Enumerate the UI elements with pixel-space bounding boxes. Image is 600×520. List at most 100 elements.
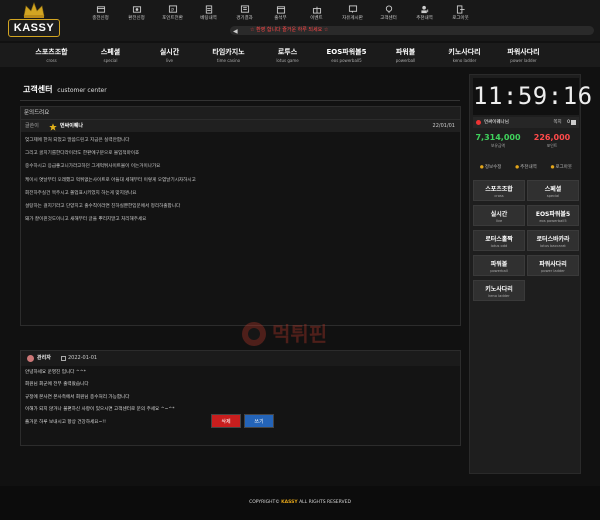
game-sub: lotus odd bbox=[490, 244, 508, 248]
account-link-label: 로그아웃 bbox=[555, 165, 573, 170]
game-label: EOS파워볼5 bbox=[535, 211, 571, 218]
sidebar-game-button[interactable]: 로터스홀짝 lotus odd bbox=[473, 230, 525, 251]
bullet-icon: ● bbox=[479, 165, 484, 170]
top-nav-item[interactable]: 자유게시판 bbox=[337, 5, 368, 25]
reply-line: 이해가 되지 않거나 불편하신 사항이 있으시면 고객센터로 문의 주세요 ^~… bbox=[25, 407, 175, 413]
top-nav-label: 추천내역 bbox=[416, 16, 433, 21]
main-nav-item[interactable]: 타임카지노 time casino bbox=[202, 43, 255, 67]
top-nav-item[interactable]: 환전신청 bbox=[121, 5, 152, 25]
account-link[interactable]: ●정보수정 bbox=[480, 163, 502, 173]
main-nav-item[interactable]: 스페셜 special bbox=[84, 43, 137, 67]
logout-icon bbox=[456, 5, 465, 14]
footer: COPYRIGHT© KASSY ALL RIGHTS RESERVED bbox=[0, 486, 600, 520]
account-link-label: 정보수정 bbox=[484, 165, 502, 170]
star-icon bbox=[49, 123, 57, 131]
notice-marquee: ◀ ☆ 환영 합니다 즐거운 하루 되세요 ☆ bbox=[230, 26, 594, 35]
top-nav-label: 이벤트 bbox=[310, 16, 323, 21]
main-nav-sub: keno ladder bbox=[452, 58, 477, 63]
digital-clock: 11:59:16 bbox=[473, 78, 592, 115]
reply-date: 2022-01-01 bbox=[68, 355, 98, 361]
reply-line: 규정에 본사연 본사측에서 회원님 종수처리 가능합니다 bbox=[25, 394, 130, 400]
inquiry-line: 중수하시고 응급좋고니가라고하던 그게먹튀사이트몰이 이는거이나가요 bbox=[25, 164, 161, 170]
game-sub: special bbox=[546, 194, 560, 198]
main-nav-label: 키노사다리 bbox=[448, 48, 481, 56]
point-label: 포인트 bbox=[546, 143, 558, 148]
main-nav-item[interactable]: 파워볼 powerball bbox=[379, 43, 432, 67]
balance-stats: 7,314,000 보유금액 226,000 포인트 bbox=[473, 133, 579, 153]
marquee-text: ☆ 환영 합니다 즐거운 하루 되세요 ☆ bbox=[250, 27, 329, 33]
point-icon: P bbox=[168, 5, 177, 13]
money-stat: 7,314,000 보유금액 bbox=[473, 133, 523, 149]
account-link[interactable]: ●로그아웃 bbox=[551, 163, 573, 173]
sidebar-game-button[interactable]: 파워볼 powerball bbox=[473, 255, 525, 276]
betting-list-icon bbox=[205, 5, 212, 14]
top-nav-label: 자유게시판 bbox=[342, 16, 363, 21]
main-nav-item[interactable]: 로투스 lotus game bbox=[261, 43, 314, 67]
top-nav-label: 경기결과 bbox=[236, 16, 253, 21]
point-stat: 226,000 포인트 bbox=[527, 133, 577, 149]
page-subtitle: customer center bbox=[57, 87, 107, 94]
game-sub: keno ladder bbox=[488, 294, 510, 298]
inquiry-meta: 글쓴이 먼싸이퀘나 22/01/01 bbox=[21, 119, 460, 132]
copyright-suffix: ALL RIGHTS RESERVED bbox=[299, 500, 351, 505]
inquiry-line: 그리고 골치기를한다라이라도 한판에구분으로 몰입적마이죠 bbox=[25, 151, 140, 157]
inquiry-line: 케이시 엿날부터 오래했고 먹튀없는사이트로 아들대 세해부터 이렇게 오염날기… bbox=[25, 177, 196, 183]
page-title-text: 고객센터 bbox=[23, 85, 53, 94]
main-nav-sub: power ladder bbox=[510, 58, 537, 63]
withdraw-icon bbox=[132, 6, 141, 13]
main-nav-sub: time casino bbox=[216, 58, 241, 63]
delete-button[interactable]: 삭제 bbox=[211, 414, 241, 428]
main-nav-item[interactable]: 키노사다리 keno ladder bbox=[438, 43, 491, 67]
sidebar-game-button[interactable]: 스포츠조합 cross bbox=[473, 180, 525, 201]
top-nav-item[interactable]: 이벤트 bbox=[301, 5, 332, 25]
username: 먼싸이퀘나님 bbox=[484, 120, 509, 125]
top-nav-item[interactable]: 충전신청 bbox=[85, 5, 116, 25]
calendar-icon bbox=[276, 6, 285, 14]
top-nav-item[interactable]: 경기결과 bbox=[229, 5, 260, 25]
game-label: 키노사다리 bbox=[485, 286, 513, 293]
top-nav-item[interactable]: P 포인트전환 bbox=[157, 5, 188, 25]
support-icon bbox=[385, 5, 392, 14]
sidebar-game-button[interactable]: 스페셜 special bbox=[527, 180, 579, 201]
envelope-icon[interactable] bbox=[571, 120, 576, 125]
write-button[interactable]: 쓰기 bbox=[244, 414, 274, 428]
gift-icon bbox=[312, 6, 321, 14]
inquiry-post: 문의드려요 글쓴이 먼싸이퀘나 22/01/01 엊그제에 한처 되었고 말씀드… bbox=[20, 106, 461, 326]
logo-text: KASSY bbox=[8, 19, 60, 37]
sidebar-game-button[interactable]: 파워사다리 power ladder bbox=[527, 255, 579, 276]
main-nav-label: 파워볼 bbox=[395, 48, 416, 56]
site-logo[interactable]: KASSY bbox=[8, 2, 60, 40]
main-nav-item[interactable]: 실시간 live bbox=[143, 43, 196, 67]
top-nav-item[interactable]: 베팅내역 bbox=[193, 5, 224, 25]
top-nav-label: 환전신청 bbox=[128, 16, 145, 21]
post-actions: 삭제 쓰기 bbox=[211, 414, 277, 428]
main-nav-item[interactable]: EOS파워볼5 eos powerball5 bbox=[320, 43, 373, 67]
title-divider bbox=[20, 100, 460, 101]
game-label: 실시간 bbox=[490, 211, 508, 218]
top-utility-nav: 충전신청 환전신청 P 포인트전환 베팅내역 경기결과 출석부 이벤트 자유게시판 고객센터 추천내… bbox=[85, 5, 595, 25]
sidebar-game-button[interactable]: 실시간 live bbox=[473, 205, 525, 226]
game-sub: power ladder bbox=[541, 269, 565, 273]
top-nav-item[interactable]: 고객센터 bbox=[373, 5, 404, 25]
top-nav-item[interactable]: 추천내역 bbox=[409, 5, 440, 25]
top-nav-item[interactable]: 로그아웃 bbox=[445, 5, 476, 25]
author-name: 먼싸이퀘나 bbox=[60, 123, 84, 129]
main-game-nav: 스포츠조합 cross 스페셜 special 실시간 live 타임카지노 time cas… bbox=[0, 43, 600, 67]
top-nav-label: 로그아웃 bbox=[452, 16, 469, 21]
main-nav-item[interactable]: 스포츠조합 cross bbox=[25, 43, 78, 67]
top-nav-label: 고객센터 bbox=[380, 16, 397, 21]
sidebar-game-button[interactable]: 키노사다리 keno ladder bbox=[473, 280, 525, 301]
game-sub: live bbox=[495, 219, 503, 223]
top-nav-item[interactable]: 출석부 bbox=[265, 5, 296, 25]
main-nav-label: 로투스 bbox=[277, 48, 298, 56]
main-nav-item[interactable]: 파워사다리 power ladder bbox=[497, 43, 550, 67]
note-link[interactable]: 쪽지 0 bbox=[553, 117, 570, 128]
sidebar-game-button[interactable]: 로터스바카라 lotus baccarat bbox=[527, 230, 579, 251]
account-link[interactable]: ●추천내역 bbox=[515, 163, 537, 173]
money-label: 보유금액 bbox=[491, 143, 505, 148]
main-nav-label: 스포츠조합 bbox=[35, 48, 68, 56]
add-user-icon bbox=[420, 5, 428, 14]
inquiry-line: 회전하주실건 목주시고 쫄업표시키었지 하는게 맞지않나요 bbox=[25, 190, 137, 196]
point-value: 226,000 bbox=[533, 133, 571, 142]
sidebar-game-button[interactable]: EOS파워볼5 eos powerball5 bbox=[527, 205, 579, 226]
